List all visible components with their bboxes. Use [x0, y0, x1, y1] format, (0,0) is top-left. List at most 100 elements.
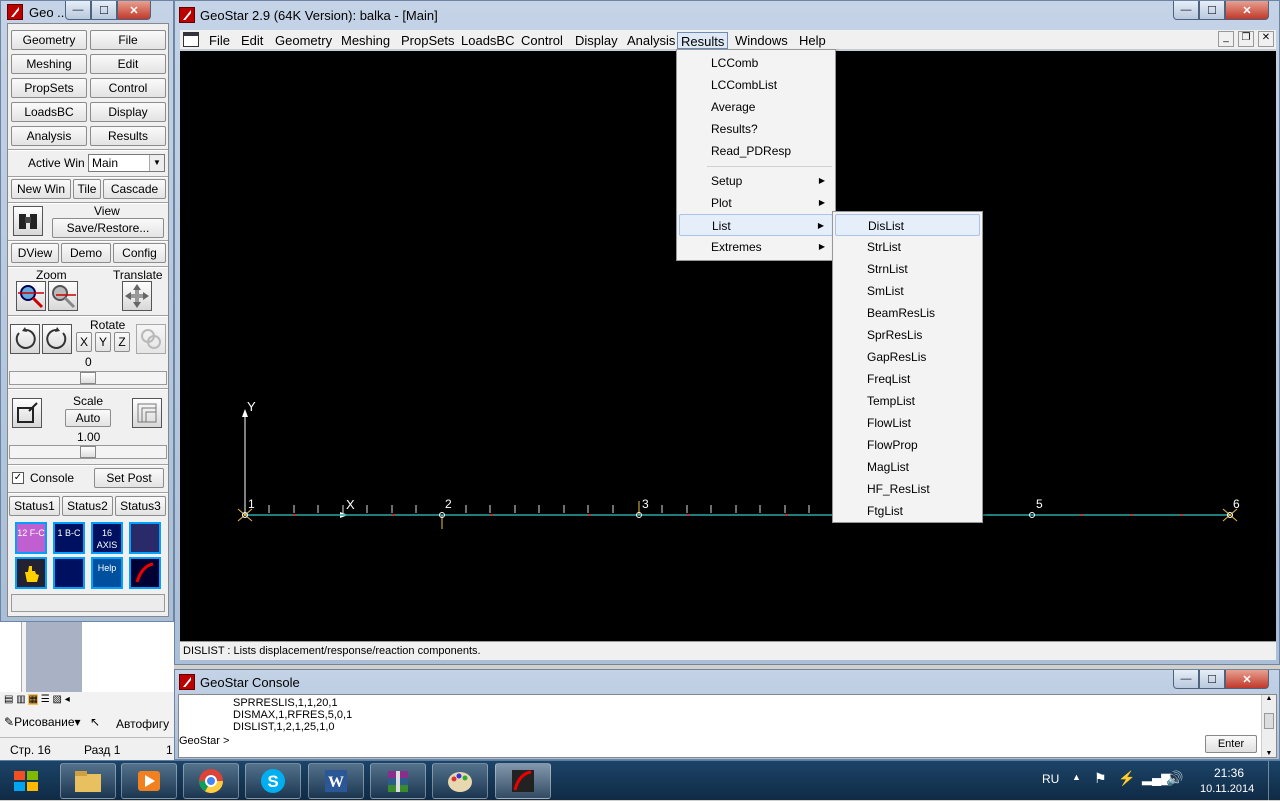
rotate-cw-icon[interactable] — [42, 324, 72, 354]
results-button[interactable]: Results — [90, 126, 166, 146]
bc-icon[interactable]: 1 B-C — [53, 522, 85, 554]
scale-slider[interactable] — [9, 445, 167, 459]
mdi-restore-icon[interactable]: ❐ — [1238, 31, 1254, 47]
axis-icon[interactable]: 16 AXIS — [91, 522, 123, 554]
scrollbar-thumb[interactable] — [1264, 713, 1274, 729]
minimize-button[interactable]: — — [1173, 1, 1199, 20]
menu-item-flowprop[interactable]: FlowProp — [835, 434, 980, 456]
view-web-icon[interactable]: ▥ — [16, 694, 25, 705]
tile-button[interactable]: Tile — [73, 179, 101, 199]
cursor-icon[interactable]: ↖ — [90, 715, 100, 729]
geostar-taskbar-icon[interactable] — [495, 763, 551, 799]
demo-button[interactable]: Demo — [61, 243, 111, 263]
binoculars-icon[interactable] — [13, 206, 43, 236]
explorer-taskbar-icon[interactable] — [60, 763, 116, 799]
scale-slider-thumb[interactable] — [80, 446, 96, 458]
console-command-input[interactable] — [235, 735, 1195, 749]
analysis-button[interactable]: Analysis — [11, 126, 87, 146]
scale-box-icon[interactable] — [12, 398, 42, 428]
drawing-menu[interactable]: ✎Рисование▾ — [4, 715, 81, 729]
menu-item-results-query[interactable]: Results? — [679, 118, 833, 140]
menu-item-hf-reslist[interactable]: HF_ResList — [835, 478, 980, 500]
chrome-taskbar-icon[interactable] — [183, 763, 239, 799]
display-button[interactable]: Display — [90, 102, 166, 122]
minimize-button[interactable]: — — [1173, 670, 1199, 689]
menu-item-setup[interactable]: Setup ▶ — [679, 170, 833, 192]
menu-analysis[interactable]: Analysis — [624, 32, 678, 49]
volume-icon[interactable]: 🔊 — [1166, 770, 1183, 787]
view-reading-icon[interactable]: ▧ — [52, 694, 61, 705]
propsets-button[interactable]: PropSets — [11, 78, 87, 98]
close-button[interactable]: ✕ — [1225, 1, 1269, 20]
scroll-down-icon[interactable]: ▼ — [1262, 750, 1276, 757]
power-icon[interactable]: ⚡ — [1118, 770, 1135, 787]
menu-edit[interactable]: Edit — [238, 32, 266, 49]
edit-button[interactable]: Edit — [90, 54, 166, 74]
minimize-button[interactable]: — — [65, 1, 91, 20]
dview-button[interactable]: DView — [11, 243, 59, 263]
rotate-x-button[interactable]: X — [76, 332, 92, 352]
help-icon[interactable]: Help — [91, 557, 123, 589]
scroll-up-icon[interactable]: ▲ — [1262, 695, 1276, 702]
view-layout-icon[interactable]: ▦ — [28, 694, 38, 705]
console-scrollbar[interactable]: ▲ ▼ — [1261, 695, 1276, 757]
zoom-in-icon[interactable] — [16, 281, 46, 311]
media-player-taskbar-icon[interactable] — [121, 763, 177, 799]
menu-control[interactable]: Control — [518, 32, 566, 49]
list-grid-icon[interactable] — [53, 557, 85, 589]
maximize-button[interactable]: ☐ — [1199, 670, 1225, 689]
status2-button[interactable]: Status2 — [62, 496, 113, 516]
autoshapes-menu[interactable]: Автофигу — [116, 717, 169, 731]
menu-item-maglist[interactable]: MagList — [835, 456, 980, 478]
rotate-chain-icon[interactable] — [136, 324, 166, 354]
maximize-button[interactable]: ☐ — [91, 1, 117, 20]
scroll-left-icon[interactable]: ◂ — [65, 694, 70, 705]
menu-item-dislist[interactable]: DisList — [835, 214, 980, 236]
new-win-button[interactable]: New Win — [11, 179, 71, 199]
geostar-logo-icon[interactable] — [129, 557, 161, 589]
menu-file[interactable]: File — [206, 32, 233, 49]
enter-button[interactable]: Enter — [1205, 735, 1257, 753]
menu-item-extremes[interactable]: Extremes ▶ — [679, 236, 833, 258]
menu-item-templist[interactable]: TempList — [835, 390, 980, 412]
menu-geometry[interactable]: Geometry — [272, 32, 335, 49]
show-desktop-button[interactable] — [1268, 761, 1280, 801]
winrar-taskbar-icon[interactable] — [370, 763, 426, 799]
menu-item-freqlist[interactable]: FreqList — [835, 368, 980, 390]
menu-loadsbc[interactable]: LoadsBC — [458, 32, 517, 49]
paint-taskbar-icon[interactable] — [432, 763, 488, 799]
language-indicator[interactable]: RU — [1042, 772, 1059, 786]
menu-item-beamreslis[interactable]: BeamResLis — [835, 302, 980, 324]
menu-display[interactable]: Display — [572, 32, 621, 49]
edit-pen-icon[interactable] — [129, 522, 161, 554]
clock-time[interactable]: 21:36 — [1214, 766, 1244, 780]
menu-item-flowlist[interactable]: FlowList — [835, 412, 980, 434]
save-restore-button[interactable]: Save/Restore... — [52, 218, 164, 238]
menu-item-sprreslis[interactable]: SprResLis — [835, 324, 980, 346]
view-outline-icon[interactable]: ☰ — [41, 694, 50, 705]
menu-item-lccomb[interactable]: LCComb — [679, 52, 833, 74]
clock-date[interactable]: 10.11.2014 — [1200, 783, 1254, 795]
cascade-button[interactable]: Cascade — [103, 179, 166, 199]
menu-item-strnlist[interactable]: StrnList — [835, 258, 980, 280]
menu-item-plot[interactable]: Plot ▶ — [679, 192, 833, 214]
geometry-button[interactable]: Geometry — [11, 30, 87, 50]
rotate-z-button[interactable]: Z — [114, 332, 130, 352]
action-center-flag-icon[interactable]: ⚑ — [1094, 770, 1107, 787]
console-output[interactable]: SPRRESLIS,1,1,20,1 DISMAX,1,RFRES,5,0,1 … — [178, 694, 1277, 758]
mdi-minimize-icon[interactable]: _ — [1218, 31, 1234, 47]
menu-item-read-pdresp[interactable]: Read_PDResp — [679, 140, 833, 162]
menu-item-strlist[interactable]: StrList — [835, 236, 980, 258]
view-normal-icon[interactable]: ▤ — [4, 694, 13, 705]
scale-grid-icon[interactable] — [132, 398, 162, 428]
toolbar-titlebar[interactable]: Geo ... — ☐ ✕ — [1, 1, 175, 25]
rotate-slider-thumb[interactable] — [80, 372, 96, 384]
menu-item-ftglist[interactable]: FtgList — [835, 500, 980, 522]
menu-item-smlist[interactable]: SmList — [835, 280, 980, 302]
show-hidden-icons[interactable]: ▲ — [1072, 772, 1081, 782]
scale-auto-button[interactable]: Auto — [65, 409, 111, 427]
fc-icon[interactable]: 12 F-C — [15, 522, 47, 554]
control-button[interactable]: Control — [90, 78, 166, 98]
console-titlebar[interactable]: GeoStar Console — ☐ ✕ — [175, 670, 1280, 694]
menu-item-lccomblist[interactable]: LCCombList — [679, 74, 833, 96]
